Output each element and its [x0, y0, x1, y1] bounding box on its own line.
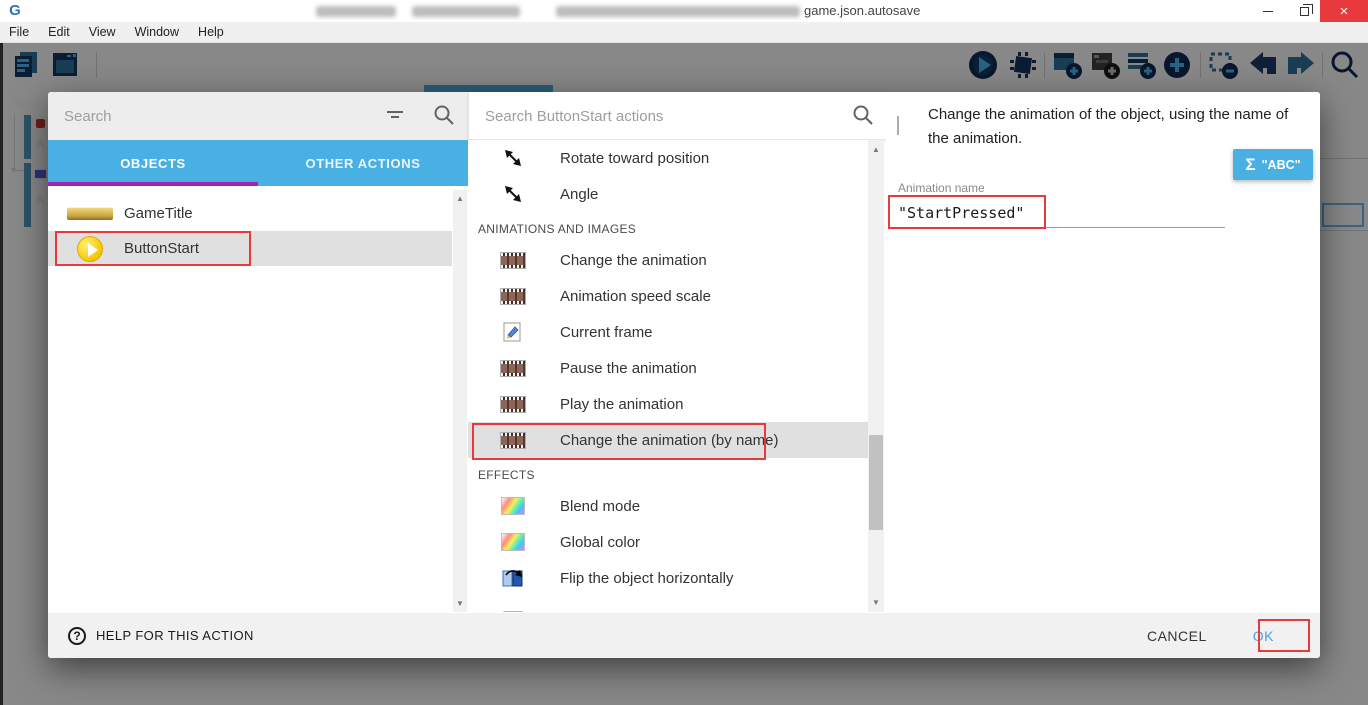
title-bar: G game.json.autosave ×: [0, 0, 1368, 22]
filmstrip-icon: [490, 360, 536, 377]
action-item[interactable]: Rotate toward position: [468, 140, 868, 176]
app-window: G game.json.autosave × File Edit View Wi…: [0, 0, 1368, 705]
menu-window[interactable]: Window: [135, 25, 179, 39]
action-item[interactable]: Flip the object horizontally: [468, 560, 868, 596]
object-row-gametitle[interactable]: GameTitle: [48, 196, 452, 231]
tab-objects[interactable]: OBJECTS: [48, 140, 258, 186]
blurred-title-text: [556, 6, 800, 17]
rainbow-icon: [490, 533, 536, 551]
animation-name-input[interactable]: [898, 198, 1225, 228]
action-item[interactable]: Global color: [468, 524, 868, 560]
menu-help[interactable]: Help: [198, 25, 224, 39]
action-parameters-panel: Change the animation of the object, usin…: [886, 92, 1320, 613]
cancel-button[interactable]: CANCEL: [1147, 628, 1207, 644]
play-button-thumbnail: [62, 236, 118, 262]
scrollbar-thumb[interactable]: [869, 435, 883, 530]
actions-list: Rotate toward position Angle ANIMATIONS …: [468, 140, 868, 612]
minimize-button[interactable]: [1252, 0, 1284, 22]
action-item[interactable]: Blend mode: [468, 488, 868, 524]
menu-edit[interactable]: Edit: [48, 25, 70, 39]
filmstrip-icon: [490, 252, 536, 269]
action-item-selected[interactable]: Change the animation (by name): [468, 422, 868, 458]
action-item[interactable]: Play the animation: [468, 386, 868, 422]
expression-editor-button[interactable]: Σ "ABC": [1233, 149, 1313, 180]
action-item-partial[interactable]: [468, 596, 868, 612]
action-item[interactable]: Pause the animation: [468, 350, 868, 386]
window-title: game.json.autosave: [804, 3, 920, 18]
tab-bar: OBJECTS OTHER ACTIONS: [48, 140, 468, 186]
blurred-title-text: [412, 6, 520, 17]
animation-name-label: Animation name: [898, 181, 985, 195]
game-title-thumbnail: [62, 207, 118, 220]
action-editor-dialog: OBJECTS OTHER ACTIONS GameTitle ButtonSt…: [48, 92, 1320, 658]
close-button[interactable]: ×: [1320, 0, 1368, 22]
scroll-up-icon[interactable]: ▲: [453, 194, 467, 203]
flip-vertical-icon: [490, 606, 536, 612]
action-item[interactable]: Change the animation: [468, 242, 868, 278]
maximize-button[interactable]: [1288, 0, 1320, 22]
action-search-input[interactable]: [485, 104, 815, 128]
objects-scrollbar[interactable]: ▲ ▼: [453, 190, 467, 612]
ok-button[interactable]: OK: [1253, 628, 1274, 644]
action-search-box: [468, 92, 886, 140]
blurred-title-text: [316, 6, 396, 17]
filmstrip-icon: [490, 288, 536, 305]
rainbow-icon: [490, 497, 536, 515]
flip-horizontal-icon: [490, 568, 536, 588]
section-header: ANIMATIONS AND IMAGES: [478, 212, 858, 242]
angle-arrow-icon: [490, 184, 536, 204]
filmstrip-icon: [490, 396, 536, 413]
scroll-down-icon[interactable]: ▼: [868, 598, 884, 607]
action-item[interactable]: Animation speed scale: [468, 278, 868, 314]
object-search-input[interactable]: [64, 104, 364, 128]
menu-bar: File Edit View Window Help: [0, 22, 1368, 43]
menu-file[interactable]: File: [9, 25, 29, 39]
tab-other-actions[interactable]: OTHER ACTIONS: [258, 140, 468, 186]
editor-background: Start P ▼ A A: [0, 43, 1368, 705]
sigma-icon: Σ: [1245, 155, 1255, 175]
scroll-down-icon[interactable]: ▼: [453, 599, 467, 608]
action-item[interactable]: Current frame: [468, 314, 868, 350]
object-search-box: [48, 92, 468, 140]
help-icon: ?: [68, 627, 86, 645]
gdevelop-logo-icon: G: [6, 2, 24, 20]
actions-scrollbar[interactable]: ▲ ▼: [868, 140, 884, 612]
action-item[interactable]: Angle: [468, 176, 868, 212]
search-icon[interactable]: [432, 103, 456, 132]
frame-icon: [490, 322, 536, 342]
object-row-buttonstart[interactable]: ButtonStart: [48, 231, 452, 266]
search-icon[interactable]: [851, 103, 875, 132]
active-tab-indicator: [48, 182, 258, 186]
section-header: EFFECTS: [478, 458, 858, 488]
action-description: Change the animation of the object, usin…: [928, 103, 1304, 151]
angle-arrow-icon: [490, 148, 536, 168]
filmstrip-icon: [897, 117, 899, 135]
dialog-footer: ? HELP FOR THIS ACTION CANCEL OK: [48, 613, 1320, 658]
filmstrip-icon: [490, 432, 536, 449]
help-link[interactable]: ? HELP FOR THIS ACTION: [68, 627, 254, 645]
menu-view[interactable]: View: [89, 25, 116, 39]
filter-icon[interactable]: [384, 105, 406, 132]
scroll-up-icon[interactable]: ▲: [868, 145, 884, 154]
